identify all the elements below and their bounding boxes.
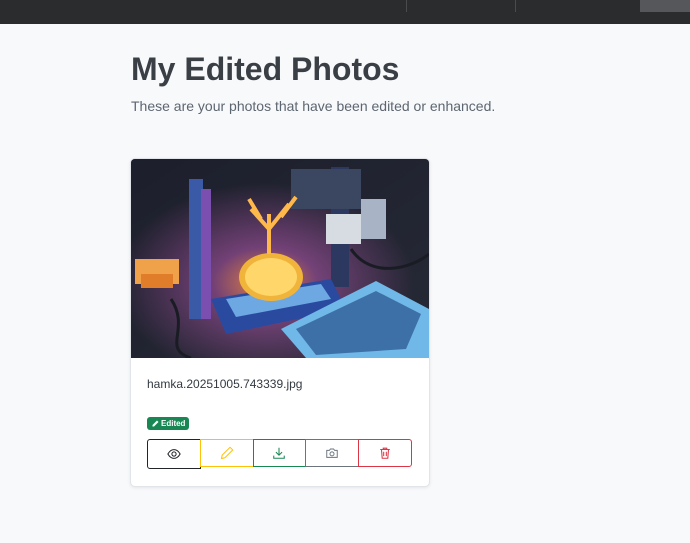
photo-filename: hamka.20251005.743339.jpg <box>147 377 303 391</box>
camera-button[interactable] <box>305 439 360 467</box>
camera-icon <box>326 448 339 458</box>
navbar-divider <box>515 0 516 12</box>
delete-button[interactable] <box>358 439 412 467</box>
navbar-button[interactable] <box>640 0 690 12</box>
top-navbar <box>0 0 690 24</box>
trash-icon <box>380 447 390 459</box>
edited-badge: Edited <box>147 417 190 430</box>
download-icon <box>273 447 286 459</box>
edited-badge-label: Edited <box>161 419 186 428</box>
pencil-icon <box>220 446 234 460</box>
edit-button[interactable] <box>199 439 254 467</box>
download-button[interactable] <box>252 439 307 467</box>
page-title: My Edited Photos <box>131 51 400 87</box>
page-subtitle: These are your photos that have been edi… <box>131 98 496 114</box>
pencil-icon <box>152 420 159 426</box>
eye-icon <box>167 449 181 459</box>
view-button[interactable] <box>147 439 201 469</box>
navbar-divider <box>406 0 407 12</box>
photo-actions <box>147 439 412 469</box>
photo-card: hamka.20251005.743339.jpg Edited <box>130 158 430 487</box>
photo-thumbnail[interactable] <box>131 159 429 358</box>
